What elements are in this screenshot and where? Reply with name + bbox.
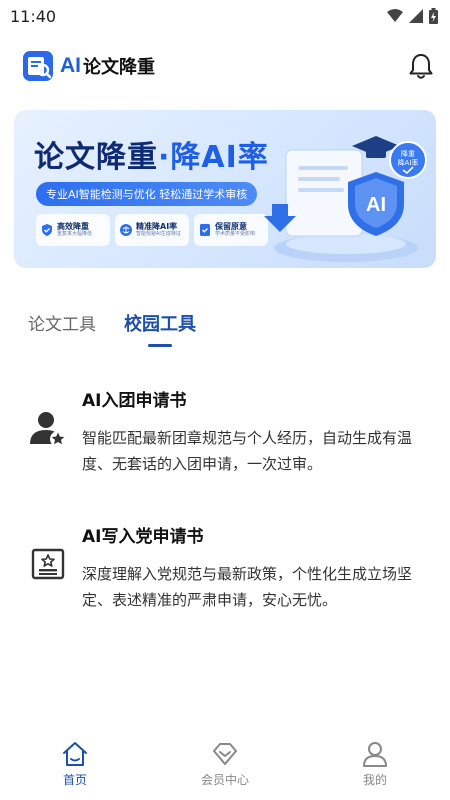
- feature-desc: 智能规避AI生成特征: [136, 230, 181, 237]
- feature-desc: 重复率大幅降低: [57, 230, 93, 237]
- tab-campus-tools[interactable]: 校园工具: [124, 310, 196, 350]
- tab-active-indicator: [148, 344, 172, 347]
- signal-icon: [409, 9, 423, 23]
- list-item-party-application[interactable]: AI写入党申请书 深度理解入党规范与最新政策，个性化生成立场坚定、表述精准的严肃…: [28, 522, 428, 613]
- nav-label: 首页: [62, 773, 87, 787]
- app-logo-icon: [23, 51, 53, 81]
- wifi-icon: [387, 9, 403, 22]
- brand: AI 论文降重: [22, 50, 155, 82]
- banner-title: 论文降重·降AI率: [34, 132, 269, 176]
- certificate-star-icon: [31, 548, 65, 580]
- nav-label: 会员中心: [200, 773, 249, 787]
- nav-profile[interactable]: 我的: [320, 740, 430, 800]
- item-title: AI写入党申请书: [82, 527, 204, 547]
- tab-label: 论文工具: [28, 315, 96, 335]
- user-icon: [363, 742, 387, 767]
- user-star-icon: [30, 412, 66, 447]
- bell-icon: [409, 54, 433, 79]
- item-description: 智能匹配最新团章规范与个人经历，自动生成有温度、无套话的入团申请，一次过审。: [82, 429, 413, 473]
- banner-features: 高效降重 重复率大幅降低 精准降AI率 智能规避AI生成特征 保留原意 学术质量…: [36, 214, 268, 246]
- bottom-navigation: 首页 会员中心 我的: [0, 740, 450, 800]
- tool-tabs: 论文工具 校园工具: [28, 310, 196, 350]
- battery-icon: [429, 8, 438, 24]
- item-title: AI入团申请书: [82, 391, 187, 411]
- brand-ai-text: AI: [60, 54, 81, 77]
- badge-line-2: 降AI率: [398, 158, 419, 167]
- brand-title: 论文降重: [83, 57, 155, 78]
- banner-title-main: 论文降重: [34, 140, 158, 175]
- banner-feature: 精准降AI率 智能规避AI生成特征: [115, 214, 189, 246]
- banner-feature: 保留原意 学术质量不受影响: [194, 214, 268, 246]
- diamond-icon: [213, 743, 237, 765]
- banner-subtitle: 专业AI智能检测与优化 轻松通过学术审核: [36, 182, 258, 206]
- nav-home[interactable]: 首页: [20, 740, 130, 800]
- brain-icon: [120, 224, 132, 236]
- nav-membership[interactable]: 会员中心: [170, 740, 280, 800]
- banner-title-separator: ·: [158, 140, 171, 175]
- promo-banner[interactable]: 论文降重·降AI率 专业AI智能检测与优化 轻松通过学术审核 高效降重 重复率大…: [14, 110, 436, 268]
- nav-label: 我的: [362, 773, 387, 787]
- feature-desc: 学术质量不受影响: [215, 230, 256, 237]
- tab-label: 校园工具: [124, 314, 196, 335]
- shield-label: AI: [366, 194, 386, 216]
- document-check-icon: [200, 224, 210, 236]
- banner-illustration: AI 降重 降AI率: [264, 136, 427, 262]
- banner-feature: 高效降重 重复率大幅降低: [36, 214, 110, 246]
- app-header: AI 论文降重: [0, 44, 450, 88]
- tab-paper-tools[interactable]: 论文工具: [28, 310, 96, 350]
- item-description: 深度理解入党规范与最新政策，个性化生成立场坚定、表述精准的严肃申请，安心无忧。: [82, 565, 413, 609]
- status-icons: [387, 8, 438, 24]
- list-item-league-application[interactable]: AI入团申请书 智能匹配最新团章规范与个人经历，自动生成有温度、无套话的入团申请…: [28, 386, 428, 477]
- shield-check-icon: [42, 224, 52, 236]
- status-bar: 11:40: [0, 0, 450, 32]
- home-icon: [63, 742, 87, 766]
- status-time: 11:40: [10, 6, 57, 26]
- banner-title-accent: 降AI率: [170, 140, 269, 175]
- notification-button[interactable]: [406, 51, 436, 81]
- badge-line-1: 降重: [401, 149, 415, 158]
